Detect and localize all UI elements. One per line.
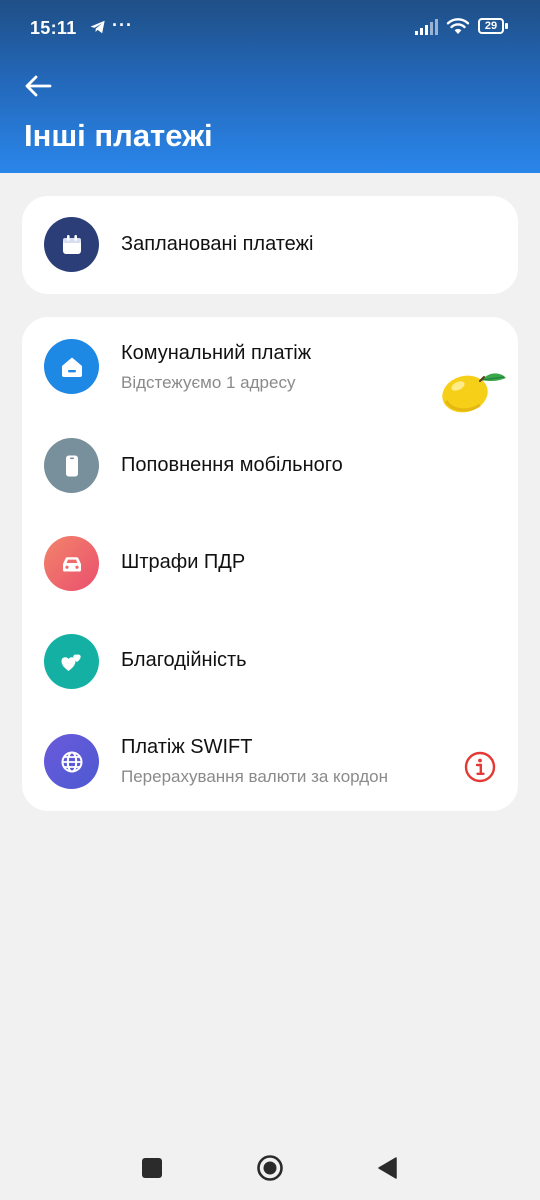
telegram-icon bbox=[90, 20, 105, 34]
calendar-icon bbox=[44, 217, 99, 272]
back-arrow-icon[interactable] bbox=[22, 70, 54, 102]
page-title: Інші платежі bbox=[24, 118, 213, 153]
scheduled-payments-row[interactable]: Заплановані платежі bbox=[22, 196, 518, 294]
charity-label: Благодійність bbox=[121, 649, 247, 671]
swift-payment-label: Платіж SWIFT bbox=[121, 736, 253, 758]
hearts-icon bbox=[44, 634, 99, 689]
mobile-topup-row[interactable]: Поповнення мобільного bbox=[22, 417, 518, 513]
utility-payment-label: Комунальний платіж bbox=[121, 342, 312, 364]
lemon-sticker-icon bbox=[438, 371, 510, 416]
swift-payment-subtitle: Перерахування валюти за кордон bbox=[121, 767, 388, 786]
signal-icon bbox=[415, 19, 438, 35]
info-icon[interactable] bbox=[463, 750, 497, 784]
home-icon bbox=[44, 339, 99, 394]
traffic-fines-row[interactable]: Штрафи ПДР bbox=[22, 513, 518, 611]
phone-icon bbox=[44, 438, 99, 493]
car-icon bbox=[44, 536, 99, 591]
header: 15:11 ··· 29 Інші платежі bbox=[0, 0, 540, 173]
more-notifications-icon: ··· bbox=[112, 15, 133, 35]
home-button-icon[interactable] bbox=[256, 1154, 284, 1182]
scheduled-payments-card: Заплановані платежі bbox=[22, 196, 518, 294]
nav-back-icon[interactable] bbox=[376, 1156, 398, 1180]
traffic-fines-label: Штрафи ПДР bbox=[121, 551, 246, 573]
battery-indicator: 29 bbox=[478, 18, 510, 36]
recent-apps-icon[interactable] bbox=[142, 1158, 162, 1178]
battery-level: 29 bbox=[484, 20, 498, 32]
utility-payment-subtitle: Відстежуємо 1 адресу bbox=[121, 373, 296, 392]
status-time: 15:11 bbox=[30, 18, 77, 38]
status-bar: 15:11 ··· 29 bbox=[0, 0, 540, 56]
mobile-topup-label: Поповнення мобільного bbox=[121, 454, 343, 476]
system-navigation-bar bbox=[0, 1135, 540, 1200]
scheduled-payments-label: Заплановані платежі bbox=[121, 233, 314, 255]
swift-payment-row[interactable]: Платіж SWIFT Перерахування валюти за кор… bbox=[22, 711, 518, 811]
wifi-icon bbox=[446, 18, 470, 34]
charity-row[interactable]: Благодійність bbox=[22, 611, 518, 711]
globe-icon bbox=[44, 734, 99, 789]
